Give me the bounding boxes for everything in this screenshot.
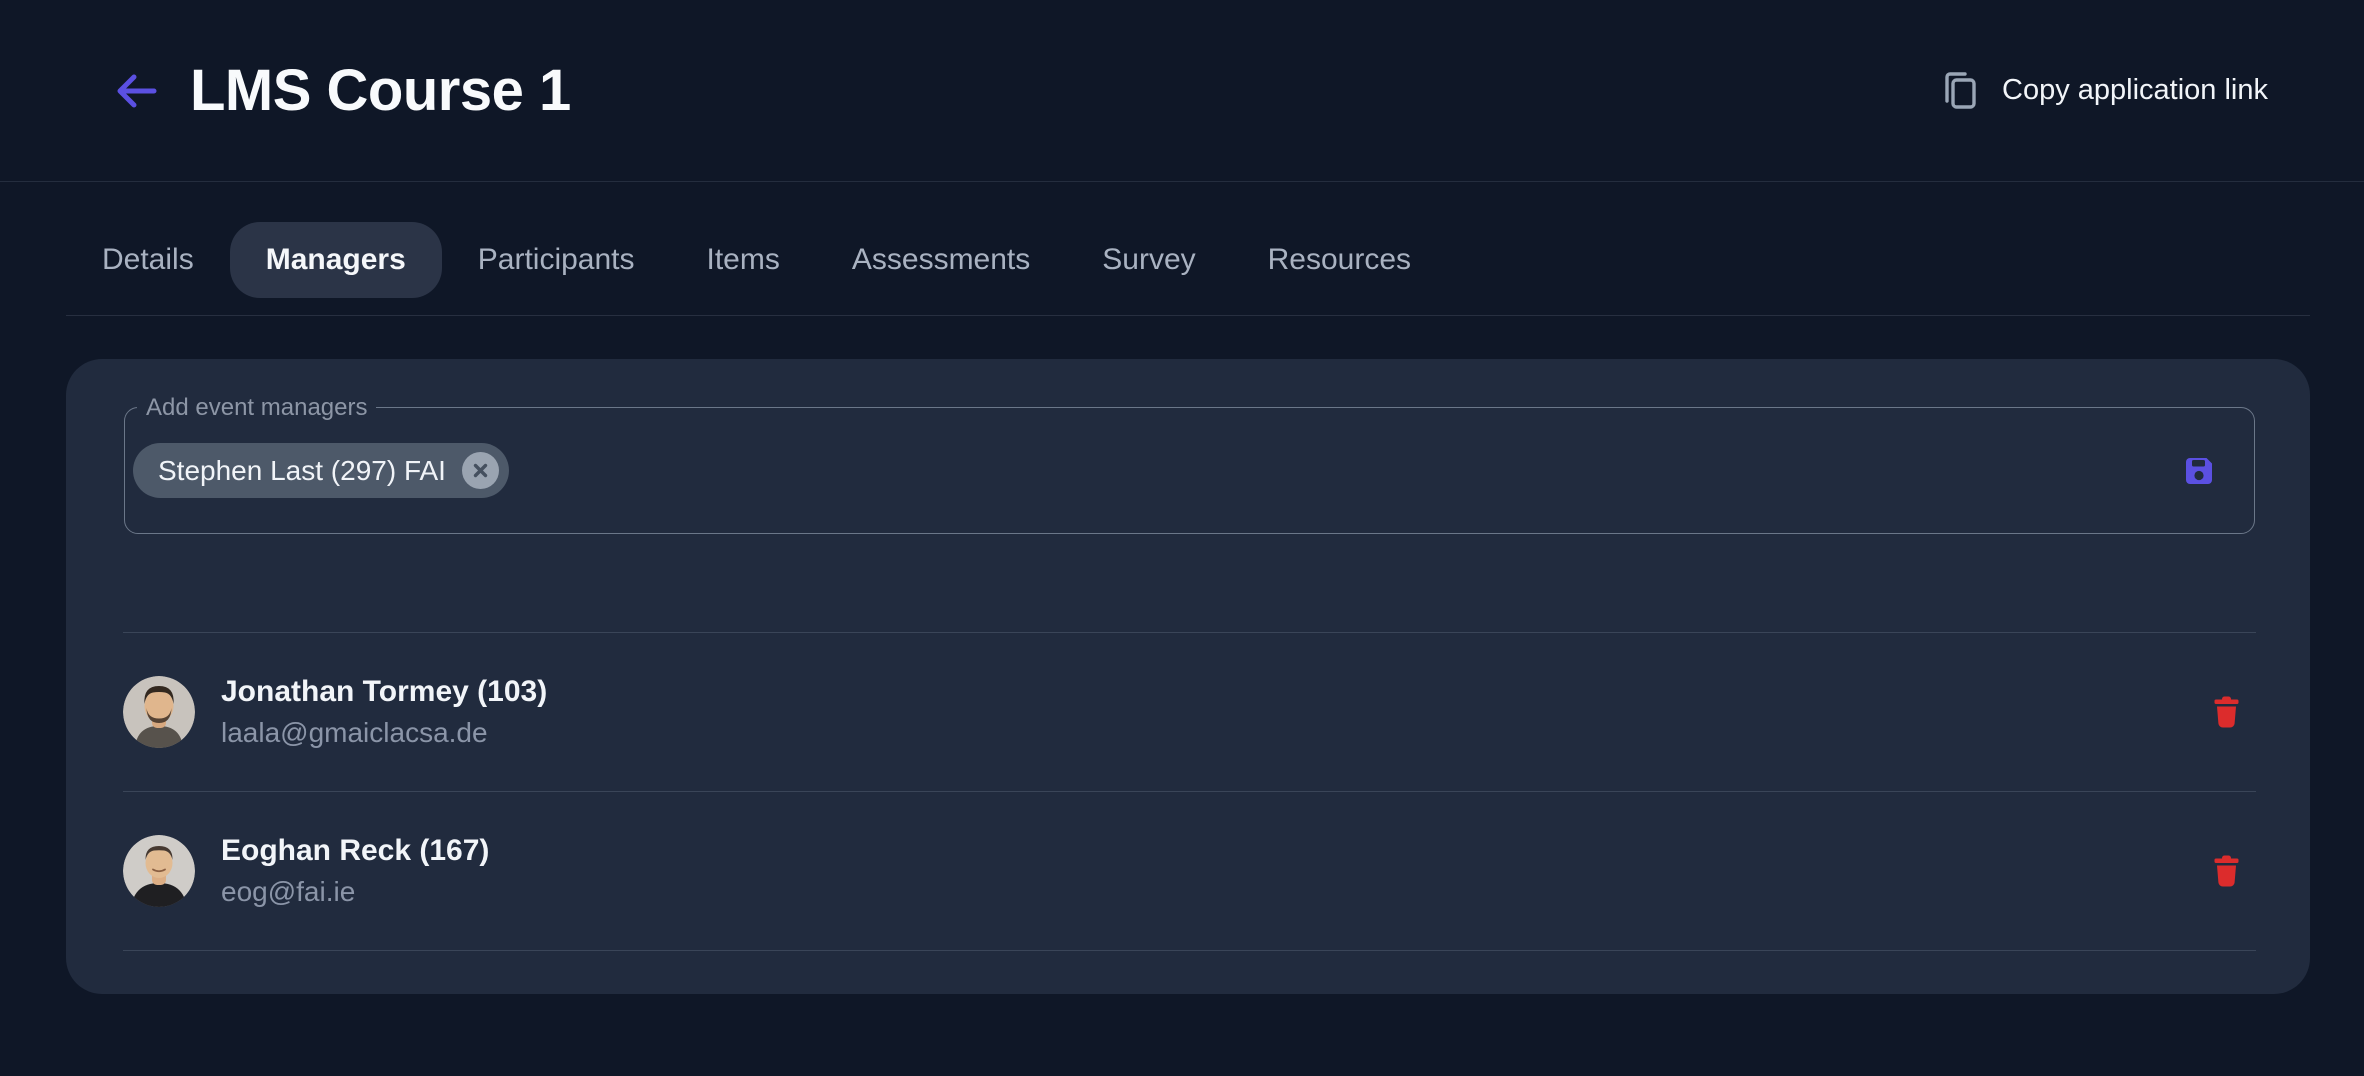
page-title: LMS Course 1 xyxy=(190,57,571,124)
add-event-managers-field[interactable]: Add event managers Stephen Last (297) FA… xyxy=(124,407,2255,534)
managers-list: Jonathan Tormey (103) laala@gmaiclacsa.d… xyxy=(123,632,2256,951)
manager-chip-label: Stephen Last (297) FAI xyxy=(158,455,446,487)
eoghan-avatar-photo xyxy=(123,835,195,907)
manager-chip[interactable]: Stephen Last (297) FAI xyxy=(133,443,509,498)
arrow-left-icon xyxy=(114,71,158,111)
tab-items[interactable]: Items xyxy=(671,222,816,298)
page-header: LMS Course 1 Copy application link xyxy=(0,0,2364,182)
manager-email: laala@gmaiclacsa.de xyxy=(221,717,547,749)
tab-resources[interactable]: Resources xyxy=(1232,222,1447,298)
copy-icon xyxy=(1940,70,1980,112)
save-managers-button[interactable] xyxy=(2178,450,2220,492)
tab-assessments[interactable]: Assessments xyxy=(816,222,1066,298)
course-tabs: Details Managers Participants Items Asse… xyxy=(66,182,2310,316)
copy-application-link-button[interactable]: Copy application link xyxy=(1940,70,2268,112)
delete-manager-button[interactable] xyxy=(2209,850,2244,892)
manager-row: Jonathan Tormey (103) laala@gmaiclacsa.d… xyxy=(123,633,2256,792)
back-button[interactable] xyxy=(110,65,162,117)
delete-manager-button[interactable] xyxy=(2209,691,2244,733)
add-event-managers-label: Add event managers xyxy=(137,394,376,422)
manager-name: Jonathan Tormey (103) xyxy=(221,675,547,709)
trash-icon xyxy=(2213,695,2240,729)
managers-card: Add event managers Stephen Last (297) FA… xyxy=(66,359,2310,994)
chip-remove-button[interactable] xyxy=(462,452,499,489)
manager-row: Eoghan Reck (167) eog@fai.ie xyxy=(123,792,2256,951)
tab-participants[interactable]: Participants xyxy=(442,222,671,298)
tab-survey[interactable]: Survey xyxy=(1066,222,1231,298)
manager-info: Jonathan Tormey (103) laala@gmaiclacsa.d… xyxy=(221,675,547,749)
save-floppy-icon xyxy=(2182,454,2216,488)
tab-managers[interactable]: Managers xyxy=(230,222,442,298)
copy-link-label: Copy application link xyxy=(2002,74,2268,107)
circle-x-icon xyxy=(471,461,490,480)
trash-icon xyxy=(2213,854,2240,888)
jonathan-avatar-photo xyxy=(123,676,195,748)
manager-info: Eoghan Reck (167) eog@fai.ie xyxy=(221,834,489,908)
manager-name: Eoghan Reck (167) xyxy=(221,834,489,868)
tab-details[interactable]: Details xyxy=(66,222,230,298)
manager-email: eog@fai.ie xyxy=(221,876,489,908)
